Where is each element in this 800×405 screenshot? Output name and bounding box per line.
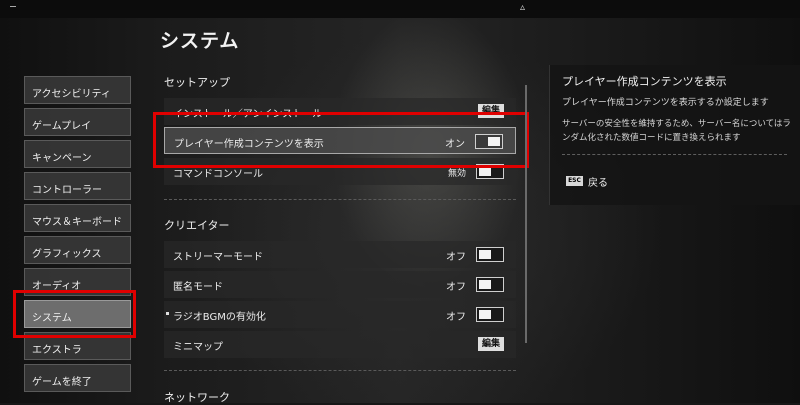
sidebar-item-gameplay[interactable]: ゲームプレイ — [24, 108, 131, 136]
setting-label: ミニマップ — [173, 342, 223, 353]
setting-value: オフ — [446, 252, 466, 263]
esc-key-icon[interactable]: ESC — [566, 176, 583, 186]
section-header-creator: クリエイター — [164, 219, 230, 232]
dash-icon — [10, 6, 16, 7]
sidebar-item-controller[interactable]: コントローラー — [24, 172, 131, 200]
section-header-setup: セットアップ — [164, 76, 230, 89]
section-divider — [164, 199, 516, 200]
edit-button[interactable]: 編集 — [478, 337, 504, 351]
setting-highlight-box — [153, 112, 529, 168]
top-bar: ▵ — [0, 0, 800, 18]
back-button[interactable]: 戻る — [588, 174, 608, 189]
info-description: サーバーの安全性を維持するため、サーバー名についてはランダム化された数値コードに… — [562, 119, 791, 143]
setting-label: ラジオBGMの有効化 — [173, 312, 266, 323]
toggle-switch[interactable] — [476, 307, 504, 322]
setting-row-anonymous-mode[interactable]: 匿名モード オフ — [164, 271, 516, 298]
page-title: システム — [160, 30, 240, 52]
toggle-knob — [479, 280, 491, 289]
sidebar-item-accessibility[interactable]: アクセシビリティ — [24, 76, 131, 104]
setting-row-radio-bgm[interactable]: ラジオBGMの有効化 オフ — [164, 301, 516, 328]
toggle-knob — [479, 167, 491, 176]
setting-row-minimap[interactable]: ミニマップ 編集 — [164, 331, 516, 358]
info-divider — [562, 154, 787, 155]
sidebar-highlight-box — [13, 290, 136, 338]
info-title: プレイヤー作成コンテンツを表示 — [562, 75, 727, 88]
sidebar-item-mouse-keyboard[interactable]: マウス＆キーボード — [24, 204, 131, 232]
sidebar-item-graphics[interactable]: グラフィックス — [24, 236, 131, 264]
sidebar-item-campaign[interactable]: キャンペーン — [24, 140, 131, 168]
bullet-icon — [166, 312, 169, 315]
toggle-knob — [479, 310, 491, 319]
setting-row-streamer-mode[interactable]: ストリーマーモード オフ — [164, 241, 516, 268]
setting-value: オフ — [446, 282, 466, 293]
setting-label: 匿名モード — [173, 282, 223, 293]
info-subtitle: プレイヤー作成コンテンツを表示するか設定します — [562, 98, 769, 108]
setting-label: ストリーマーモード — [173, 252, 263, 263]
scrollbar[interactable] — [525, 85, 527, 343]
setting-value: オフ — [446, 312, 466, 323]
sidebar-item-quit-game[interactable]: ゲームを終了 — [24, 364, 131, 392]
toggle-switch[interactable] — [476, 247, 504, 262]
toggle-knob — [479, 250, 491, 259]
toggle-switch[interactable] — [476, 277, 504, 292]
section-divider — [164, 370, 516, 371]
info-panel: プレイヤー作成コンテンツを表示 プレイヤー作成コンテンツを表示するか設定します … — [549, 65, 800, 205]
caret-up-icon[interactable]: ▵ — [520, 2, 525, 13]
